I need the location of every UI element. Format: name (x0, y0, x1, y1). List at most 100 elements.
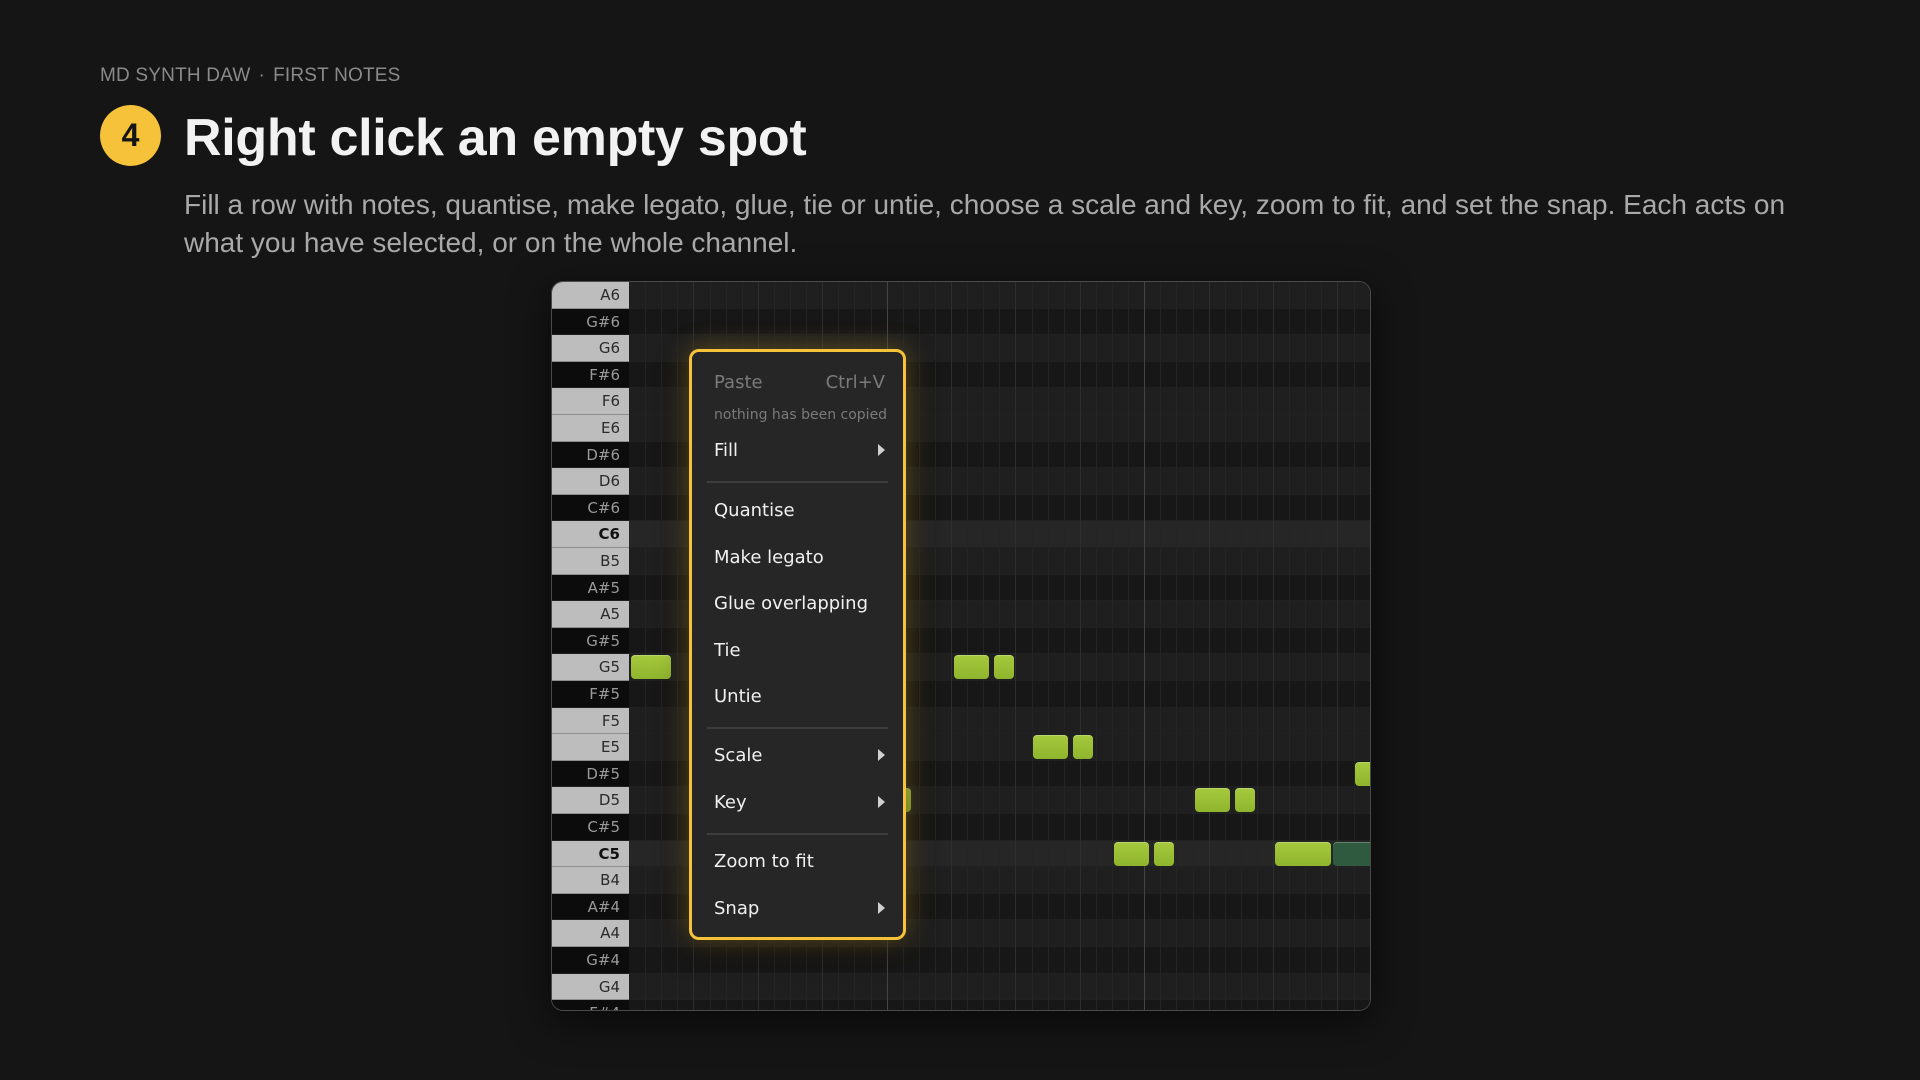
midi-note[interactable] (1333, 841, 1370, 866)
paste-shortcut: Ctrl+V (825, 372, 885, 393)
menu-item-untie[interactable]: Untie (714, 686, 885, 707)
piano-key-as5[interactable]: A#5 (552, 574, 629, 602)
piano-key-gs4[interactable]: G#4 (552, 947, 629, 974)
grid-line (934, 282, 936, 1010)
grid-line (1224, 282, 1226, 1010)
step-number-badge: 4 (100, 105, 161, 166)
piano-key-as4[interactable]: A#4 (552, 893, 629, 921)
piano-key-a5[interactable]: A5 (552, 601, 629, 628)
piano-key-fs5[interactable]: F#5 (552, 681, 629, 708)
piano-key-f6[interactable]: F6 (552, 388, 629, 415)
piano-key-fs4[interactable]: F#4 (552, 1000, 629, 1010)
submenu-arrow-icon (878, 902, 885, 914)
menu-item-fill[interactable]: Fill (714, 440, 885, 461)
menu-separator (707, 833, 888, 835)
piano-key-c6[interactable]: C6 (552, 521, 629, 548)
piano-key-e5[interactable]: E5 (552, 734, 629, 761)
menu-item-tie[interactable]: Tie (714, 640, 885, 661)
grid-line (1063, 282, 1065, 1010)
context-menu: Paste Ctrl+V nothing has been copied Fil… (689, 349, 906, 940)
menu-item-zoom-to-fit[interactable]: Zoom to fit (714, 851, 885, 872)
midi-note[interactable] (1355, 761, 1370, 786)
midi-note[interactable] (1235, 788, 1255, 813)
midi-note[interactable] (1033, 735, 1068, 760)
midi-note[interactable] (994, 655, 1014, 680)
grid-line (1289, 282, 1291, 1010)
piano-key-g4[interactable]: G4 (552, 973, 629, 1001)
menu-item-quantise[interactable]: Quantise (714, 500, 885, 521)
grid-line (1192, 282, 1194, 1010)
breadcrumb: MD SYNTH DAW · FIRST NOTES (100, 65, 401, 87)
grid-line (1079, 282, 1081, 1010)
midi-note[interactable] (1114, 841, 1149, 866)
piano-key-cs6[interactable]: C#6 (552, 494, 629, 522)
piano-key-d5[interactable]: D5 (552, 787, 629, 814)
grid-line (1160, 282, 1162, 1010)
grid-line (1095, 282, 1097, 1010)
midi-note[interactable] (1073, 735, 1093, 760)
midi-note[interactable] (631, 655, 671, 680)
piano-key-cs5[interactable]: C#5 (552, 814, 629, 841)
menu-item-key[interactable]: Key (714, 792, 885, 813)
piano-key-d6[interactable]: D6 (552, 468, 629, 495)
grid-line (661, 282, 663, 1010)
bar-line (1144, 282, 1146, 1010)
snap-label: Snap (714, 898, 760, 919)
step-description: Fill a row with notes, quantise, make le… (184, 189, 1786, 258)
breadcrumb-app: MD SYNTH DAW (100, 65, 251, 86)
grid-line (1031, 282, 1033, 1010)
grid-line (1273, 282, 1274, 1010)
piano-key-b5[interactable]: B5 (552, 548, 629, 575)
piano-key-e6[interactable]: E6 (552, 415, 629, 442)
breadcrumb-section: FIRST NOTES (273, 65, 401, 86)
grid-line (999, 282, 1001, 1010)
paste-label: Paste (714, 372, 763, 393)
grid-line (1305, 282, 1307, 1010)
menu-item-scale[interactable]: Scale (714, 745, 885, 766)
menu-item-paste: Paste Ctrl+V (714, 372, 885, 393)
grid-line (1112, 282, 1113, 1010)
grid-line (1321, 282, 1323, 1010)
page-title: Right click an empty spot (184, 109, 807, 167)
grid-line (645, 282, 647, 1010)
submenu-arrow-icon (878, 796, 885, 808)
grid-line (967, 282, 969, 1010)
grid-line (918, 282, 920, 1010)
grid-line (1047, 282, 1049, 1010)
paste-hint: nothing has been copied (714, 407, 888, 423)
grid-line (1128, 282, 1130, 1010)
piano-key-g5[interactable]: G5 (552, 654, 629, 681)
piano-key-gs6[interactable]: G#6 (552, 308, 629, 336)
piano-key-g6[interactable]: G6 (552, 335, 629, 362)
midi-note[interactable] (1195, 788, 1230, 813)
midi-note[interactable] (954, 655, 989, 680)
scale-label: Scale (714, 745, 763, 766)
piano-key-a4[interactable]: A4 (552, 920, 629, 947)
piano-key-c5[interactable]: C5 (552, 840, 629, 868)
fill-label: Fill (714, 440, 739, 461)
grid-line (1208, 282, 1210, 1010)
piano-key-gs5[interactable]: G#5 (552, 627, 629, 655)
submenu-arrow-icon (878, 444, 885, 456)
piano-key-a6[interactable]: A6 (552, 282, 629, 309)
menu-separator (707, 481, 888, 483)
menu-item-make-legato[interactable]: Make legato (714, 547, 885, 568)
piano-key-ds6[interactable]: D#6 (552, 441, 629, 469)
piano-keyboard: A6 G#6 G6 F#6 F6 E6 D#6 D6 C#6 C6 B5 A#5 A5 G#5 G5 F#5 F… (552, 282, 629, 1010)
midi-note[interactable] (1275, 841, 1331, 866)
menu-item-glue-overlapping[interactable]: Glue overlapping (714, 593, 885, 614)
piano-key-fs6[interactable]: F#6 (552, 361, 629, 389)
grid-line (1015, 282, 1017, 1010)
grid-line (951, 282, 952, 1010)
piano-roll-editor: A6 G#6 G6 F#6 F6 E6 D#6 D6 C#6 C6 B5 A#5 A5 G#5 G5 F#5 F… (551, 281, 1371, 1011)
piano-key-b4[interactable]: B4 (552, 867, 629, 894)
grid-line (1256, 282, 1258, 1010)
menu-item-snap[interactable]: Snap (714, 898, 885, 919)
piano-key-ds5[interactable]: D#5 (552, 760, 629, 788)
midi-note[interactable] (1154, 841, 1174, 866)
piano-key-f5[interactable]: F5 (552, 707, 629, 735)
grid-line (983, 282, 985, 1010)
key-label: Key (714, 792, 747, 813)
grid-line (1337, 282, 1339, 1010)
grid-line (677, 282, 679, 1010)
